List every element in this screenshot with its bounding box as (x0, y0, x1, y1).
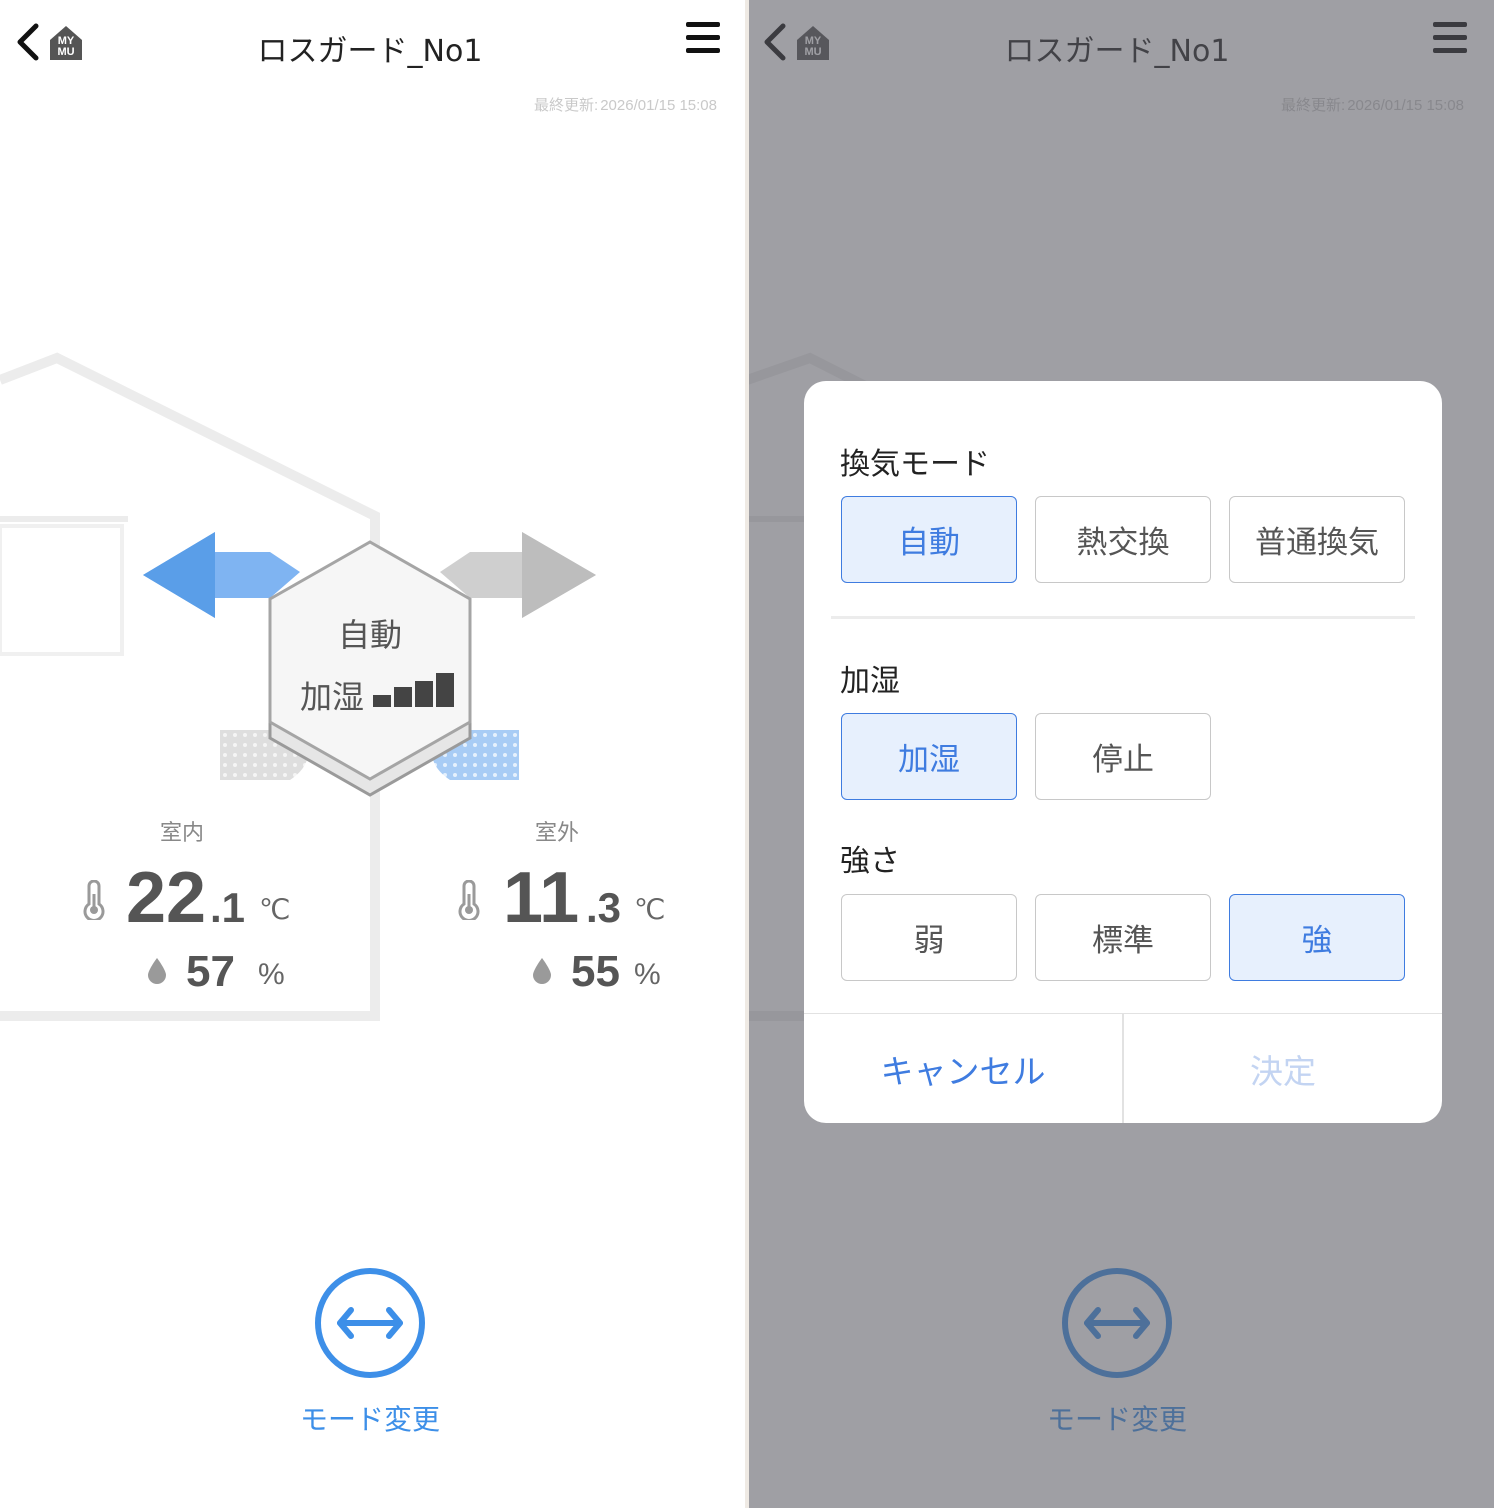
ventilation-option-auto[interactable]: 自動 (841, 496, 1017, 583)
outdoor-temp-decimal: .3 (586, 884, 622, 931)
humidify-level-icon (373, 673, 454, 707)
indoor-temp-integer: 22 (126, 858, 207, 938)
hamburger-menu-icon[interactable] (686, 22, 722, 56)
humidify-option-off[interactable]: 停止 (1035, 713, 1211, 800)
back-chevron-icon[interactable] (14, 22, 44, 62)
indoor-temp-unit: ℃ (259, 894, 291, 925)
outdoor-temp-integer: 11 (503, 858, 580, 938)
ventilation-option-heat-exchange[interactable]: 熱交換 (1035, 496, 1211, 583)
section-divider (831, 616, 1415, 619)
strength-option-standard[interactable]: 標準 (1035, 894, 1211, 981)
strength-title: 強さ (840, 844, 900, 879)
indoor-temp-decimal: .1 (210, 884, 246, 931)
indoor-humidity-unit: % (258, 958, 285, 991)
outdoor-humidity-unit: % (634, 958, 661, 991)
water-drop-icon (533, 958, 551, 984)
outdoor-label: 室外 (534, 821, 579, 846)
house-diagram: 自動 加湿 室内 22 .1 ℃ 57 % 室外 11 .3 ℃ 55 % (0, 340, 747, 1040)
mode-dialog: 換気モード 自動 熱交換 普通換気 加湿 加湿 停止 強さ 弱 標準 強 キャン… (804, 381, 1442, 1123)
mymu-logo-icon: MY MU (46, 22, 86, 62)
logo-text-bottom: MU (57, 46, 75, 58)
confirm-button[interactable]: 決定 (1124, 1014, 1442, 1123)
outdoor-humidity: 55 (571, 947, 620, 996)
mode-change-button[interactable] (315, 1268, 425, 1378)
cancel-button[interactable]: キャンセル (804, 1014, 1122, 1123)
page-title: ロスガード_No1 (257, 34, 483, 69)
indoor-humidity: 57 (186, 947, 235, 996)
strength-option-weak[interactable]: 弱 (841, 894, 1017, 981)
last-updated: 最終更新:2026/01/15 15:08 (532, 94, 717, 115)
humidify-option-on[interactable]: 加湿 (841, 713, 1017, 800)
indoor-label: 室内 (159, 821, 204, 846)
horizontal-arrows-icon (337, 1307, 403, 1339)
main-screen: MY MU ロスガード_No1 最終更新: 2026/01/15 15:08 自… (0, 0, 747, 1508)
ventilation-option-normal[interactable]: 普通換気 (1229, 496, 1405, 583)
outdoor-temp-unit: ℃ (634, 894, 666, 925)
thermometer-icon (458, 880, 480, 920)
thermometer-icon (83, 880, 105, 920)
humidify-title: 加湿 (840, 664, 900, 699)
current-mode-text: 自動 (338, 616, 403, 654)
water-drop-icon (148, 958, 166, 984)
ventilation-mode-title: 換気モード (840, 447, 990, 482)
mode-dialog-screen: MY MU ロスガード_No1 最終更新:2026/01/15 15:08 モー… (747, 0, 1494, 1508)
mode-change-label[interactable]: モード変更 (250, 1398, 490, 1438)
dialog-footer: キャンセル 決定 (804, 1013, 1442, 1123)
screen-divider (745, 0, 749, 1508)
last-updated-value: 2026/01/15 15:08 (600, 97, 717, 114)
strength-option-strong[interactable]: 強 (1229, 894, 1405, 981)
humidify-status-text: 加湿 (300, 678, 365, 716)
last-updated-label: 最終更新: (534, 97, 599, 114)
